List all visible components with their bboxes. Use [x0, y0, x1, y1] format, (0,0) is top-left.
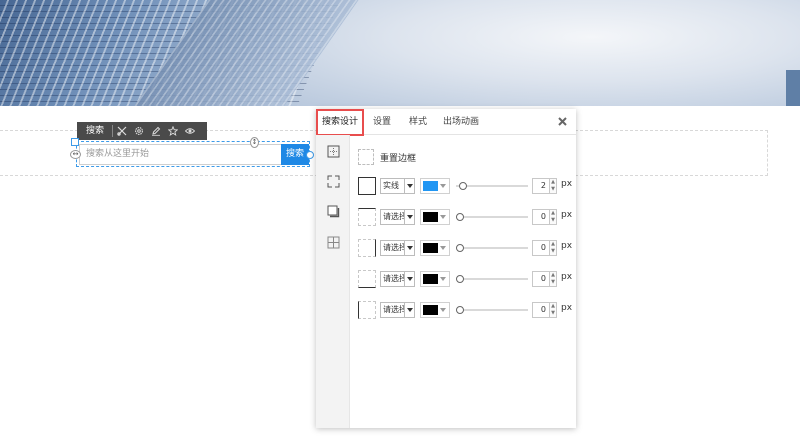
stepper-icon[interactable]: ▲ ▼: [550, 271, 557, 287]
chevron-down-icon[interactable]: [404, 271, 415, 287]
slider-knob[interactable]: [456, 306, 464, 314]
stepper-icon[interactable]: ▲ ▼: [550, 302, 557, 318]
border-width-slider[interactable]: [456, 306, 528, 314]
border-settings: 重置边框 实线 2 ▲ ▼ px 请选择 0 ▲ ▼ px 请选择 0 ▲ ▼ px 请选择 0 ▲ ▼ px 请选择 0…: [350, 135, 576, 428]
border-width-slider[interactable]: [456, 275, 528, 283]
reset-border-row[interactable]: 重置边框: [358, 149, 416, 165]
banner-image: [0, 0, 800, 106]
slider-knob[interactable]: [456, 244, 464, 252]
border-preview-all: [358, 177, 376, 195]
caret-down-icon: [440, 277, 446, 281]
banner-building-edge: [786, 70, 800, 106]
chevron-down-icon[interactable]: [404, 209, 415, 225]
close-icon[interactable]: [557, 116, 568, 127]
slider-knob[interactable]: [456, 275, 464, 283]
border-row-right: 请选择 0 ▲ ▼ px: [358, 238, 574, 258]
border-row-bottom: 请选择 0 ▲ ▼ px: [358, 269, 574, 289]
settings-panel: 搜索设计 设置 样式 出场动画 重置边框 实线 2 ▲ ▼ px 请选择 0 ▲…: [316, 109, 576, 428]
editor-stage: 搜索 搜索从这里开始 搜索 ↕ ↔ 搜索设计 设置 样式 出场动画 重置边框 实…: [0, 0, 800, 438]
shadow-icon[interactable]: [327, 205, 340, 218]
unit-label: px: [561, 303, 573, 313]
border-color-picker[interactable]: [420, 209, 450, 225]
border-row-all: 实线 2 ▲ ▼ px: [358, 176, 574, 196]
spacing-icon[interactable]: [327, 236, 340, 249]
tab-entry-animation[interactable]: 出场动画: [443, 109, 479, 135]
slider-knob[interactable]: [458, 182, 467, 190]
tab-style[interactable]: 样式: [409, 109, 427, 135]
unit-label: px: [561, 241, 573, 251]
color-swatch: [423, 243, 438, 253]
corner-icon[interactable]: [327, 175, 340, 188]
border-row-top: 请选择 0 ▲ ▼ px: [358, 207, 574, 227]
eye-icon[interactable]: [181, 122, 198, 140]
chevron-down-icon[interactable]: [404, 240, 415, 256]
banner-sky: [280, 0, 800, 106]
color-swatch: [423, 181, 438, 191]
caret-down-icon: [440, 308, 446, 312]
border-width-input[interactable]: 0: [532, 240, 550, 256]
border-width-slider[interactable]: [456, 182, 528, 190]
unit-label: px: [561, 272, 573, 282]
move-handle-icon[interactable]: [71, 138, 79, 146]
chevron-down-icon[interactable]: [404, 178, 415, 194]
border-preview-bottom: [358, 270, 376, 288]
border-width-input[interactable]: 0: [532, 302, 550, 318]
border-color-picker[interactable]: [420, 240, 450, 256]
resize-handle-right[interactable]: [306, 151, 314, 159]
border-width-input[interactable]: 0: [532, 209, 550, 225]
search-button[interactable]: 搜索: [281, 144, 309, 165]
stepper-icon[interactable]: ▲ ▼: [550, 209, 557, 225]
panel-side-rail: [316, 135, 350, 428]
color-swatch: [423, 274, 438, 284]
border-width-slider[interactable]: [456, 244, 528, 252]
reset-border-label[interactable]: 重置边框: [380, 151, 416, 164]
tab-search-design[interactable]: 搜索设计: [316, 109, 365, 136]
resize-horizontal-icon[interactable]: ↔: [70, 150, 81, 159]
border-color-picker[interactable]: [420, 271, 450, 287]
border-width-slider[interactable]: [456, 213, 528, 221]
stepper-icon[interactable]: ▲ ▼: [550, 178, 557, 194]
tab-settings[interactable]: 设置: [373, 109, 391, 135]
stepper-icon[interactable]: ▲ ▼: [550, 240, 557, 256]
chevron-down-icon[interactable]: [404, 302, 415, 318]
search-input[interactable]: 搜索从这里开始: [79, 144, 281, 165]
unit-label: px: [561, 179, 573, 189]
reset-border-icon[interactable]: [358, 149, 374, 165]
slider-knob[interactable]: [456, 213, 464, 221]
border-preview-left: [358, 301, 376, 319]
border-width-input[interactable]: 0: [532, 271, 550, 287]
tools-icon[interactable]: [113, 122, 130, 140]
border-color-picker[interactable]: [420, 302, 450, 318]
pencil-icon[interactable]: [147, 122, 164, 140]
border-width-input[interactable]: 2: [532, 178, 550, 194]
resize-vertical-icon[interactable]: ↕: [250, 137, 259, 148]
caret-down-icon: [440, 246, 446, 250]
widget-toolbar-label[interactable]: 搜索: [77, 125, 114, 137]
unit-label: px: [561, 210, 573, 220]
star-icon[interactable]: [164, 122, 181, 140]
border-preview-top: [358, 208, 376, 226]
search-widget[interactable]: 搜索从这里开始 搜索: [76, 141, 314, 167]
color-swatch: [423, 212, 438, 222]
border-color-picker[interactable]: [420, 178, 450, 194]
gear-icon[interactable]: [130, 122, 147, 140]
widget-toolbar: 搜索: [77, 122, 207, 140]
caret-down-icon: [440, 184, 446, 188]
caret-down-icon: [440, 215, 446, 219]
color-swatch: [423, 305, 438, 315]
border-preview-right: [358, 239, 376, 257]
panel-tabs: 搜索设计 设置 样式 出场动画: [316, 109, 576, 136]
border-icon[interactable]: [327, 145, 340, 158]
border-row-left: 请选择 0 ▲ ▼ px: [358, 300, 574, 320]
